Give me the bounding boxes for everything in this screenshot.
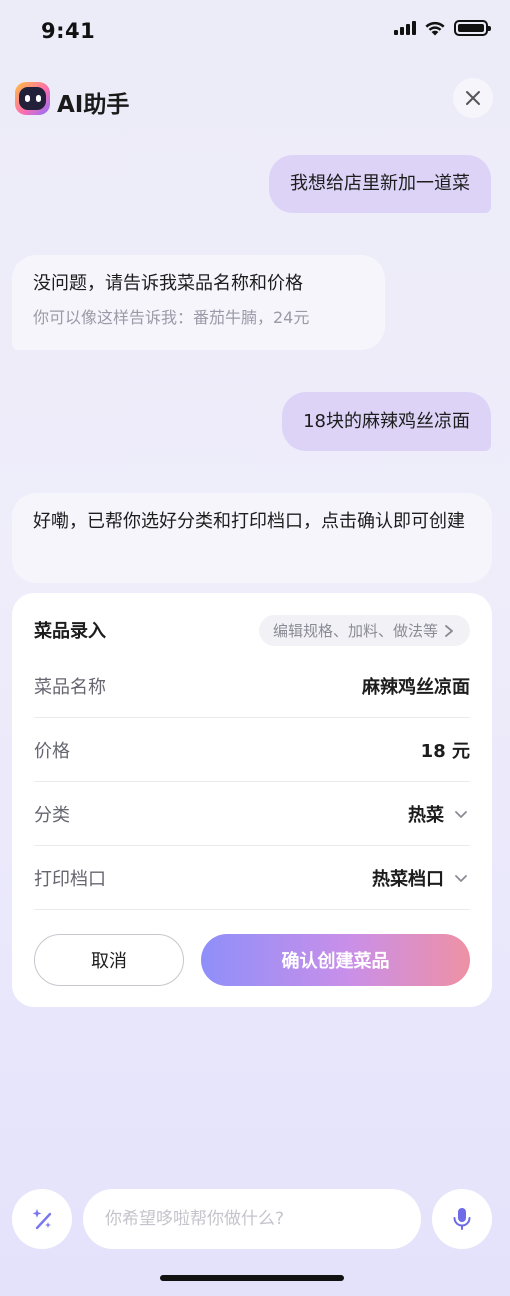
user-message-text: 我想给店里新加一道菜: [290, 173, 470, 194]
category-select[interactable]: 分类 热菜: [34, 782, 470, 846]
status-icons: [394, 20, 491, 36]
close-icon: [466, 91, 480, 105]
status-bar: 9:41: [0, 0, 510, 62]
input-bar: [0, 1189, 510, 1249]
ai-message-hint: 你可以像这样告诉我：番茄牛腩，24元: [33, 308, 310, 327]
dish-name-value: 麻辣鸡丝凉面: [362, 676, 470, 698]
print-station-value: 热菜档口: [372, 865, 470, 891]
ai-message-text: 没问题，请告诉我菜品名称和价格: [33, 273, 303, 294]
magic-button[interactable]: [12, 1189, 72, 1249]
close-button[interactable]: [453, 78, 493, 118]
confirm-create-button[interactable]: 确认创建菜品: [201, 934, 470, 986]
chevron-down-icon: [455, 810, 467, 818]
card-title: 菜品录入: [34, 621, 106, 642]
dish-name-row[interactable]: 菜品名称 麻辣鸡丝凉面: [34, 654, 470, 718]
user-message: 我想给店里新加一道菜: [269, 155, 491, 213]
signal-icon: [394, 21, 416, 35]
message-input[interactable]: [105, 1209, 399, 1229]
dish-entry-card: 菜品录入 编辑规格、加料、做法等 菜品名称 麻辣鸡丝凉面 价格 18 元 分类 …: [12, 593, 492, 1007]
ai-message: 没问题，请告诉我菜品名称和价格 你可以像这样告诉我：番茄牛腩，24元: [12, 255, 385, 350]
wifi-icon: [425, 21, 445, 36]
battery-icon: [454, 20, 491, 36]
edit-options-label: 编辑规格、加料、做法等: [272, 622, 438, 640]
user-message: 18块的麻辣鸡丝凉面: [282, 392, 491, 451]
user-message-text: 18块的麻辣鸡丝凉面: [303, 410, 470, 432]
print-station-select[interactable]: 打印档口 热菜档口: [34, 846, 470, 910]
message-input-box[interactable]: [83, 1189, 421, 1249]
edit-options-chip[interactable]: 编辑规格、加料、做法等: [258, 615, 470, 646]
ai-message: 好嘞，已帮你选好分类和打印档口，点击确认即可创建: [12, 493, 492, 583]
price-row[interactable]: 价格 18 元: [34, 718, 470, 782]
row-label: 菜品名称: [34, 676, 106, 698]
row-label: 打印档口: [34, 868, 106, 890]
price-value: 18 元: [420, 740, 470, 762]
category-value: 热菜: [408, 801, 470, 827]
chevron-right-icon: [445, 624, 453, 637]
home-indicator: [160, 1275, 344, 1281]
cancel-button[interactable]: 取消: [34, 934, 184, 986]
header: AI助手: [0, 76, 510, 122]
row-label: 价格: [34, 740, 70, 762]
voice-button[interactable]: [432, 1189, 492, 1249]
magic-wand-icon: [32, 1209, 52, 1230]
app-logo-icon: [15, 82, 50, 115]
page-title: AI助手: [57, 92, 130, 118]
row-label: 分类: [34, 804, 70, 826]
microphone-icon: [453, 1208, 471, 1230]
ai-message-text: 好嘞，已帮你选好分类和打印档口，点击确认即可创建: [33, 511, 465, 532]
chevron-down-icon: [455, 874, 467, 882]
status-time: 9:41: [41, 19, 96, 43]
